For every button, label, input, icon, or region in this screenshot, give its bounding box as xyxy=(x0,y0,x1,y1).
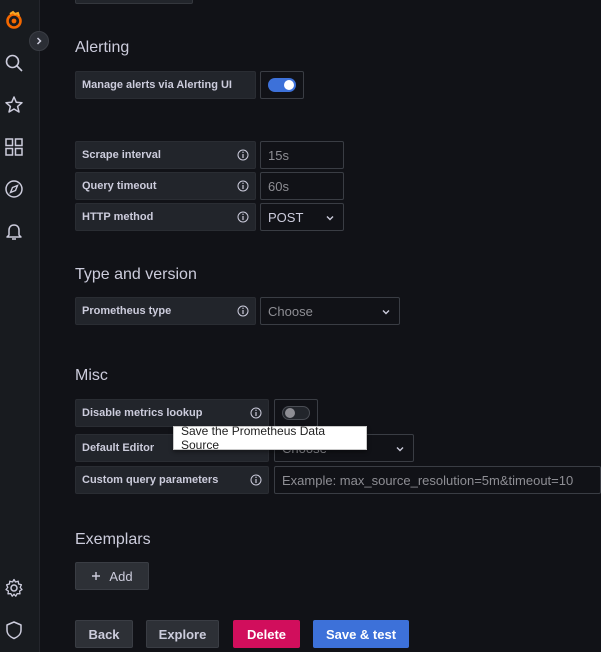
info-icon[interactable] xyxy=(237,180,249,192)
prometheus-type-select[interactable]: Choose xyxy=(260,297,400,325)
toggle-track xyxy=(268,78,296,92)
prometheus-type-label: Prometheus type xyxy=(75,297,256,325)
toggle-knob xyxy=(284,80,294,90)
custom-query-params-label: Custom query parameters xyxy=(75,466,269,494)
explore-icon[interactable] xyxy=(4,179,24,199)
scrape-interval-text: Scrape interval xyxy=(82,149,161,161)
prometheus-type-value: Choose xyxy=(268,303,313,319)
info-icon[interactable] xyxy=(237,149,249,161)
star-icon[interactable] xyxy=(4,95,24,115)
manage-alerts-toggle[interactable] xyxy=(260,71,304,99)
search-icon[interactable] xyxy=(4,53,24,73)
alert-bell-icon[interactable] xyxy=(4,221,24,241)
http-method-value: POST xyxy=(268,209,304,225)
http-method-text: HTTP method xyxy=(82,211,154,223)
chevron-down-icon xyxy=(396,447,404,452)
alerting-heading: Alerting xyxy=(75,39,130,56)
chevron-down-icon xyxy=(326,216,334,221)
query-timeout-label: Query timeout xyxy=(75,172,256,200)
prometheus-type-text: Prometheus type xyxy=(82,305,172,317)
add-exemplar-button[interactable]: Add xyxy=(75,562,149,590)
sidebar xyxy=(0,0,49,652)
manage-alerts-label: Manage alerts via Alerting UI xyxy=(75,71,256,99)
http-method-label: HTTP method xyxy=(75,203,256,231)
chevron-down-icon xyxy=(382,310,390,315)
query-timeout-text: Query timeout xyxy=(82,180,157,192)
gear-icon[interactable] xyxy=(4,578,24,598)
info-icon[interactable] xyxy=(250,474,262,486)
dashboards-icon[interactable] xyxy=(4,137,24,157)
disable-metrics-lookup-text: Disable metrics lookup xyxy=(82,407,203,419)
plus-icon xyxy=(92,572,101,580)
scrape-interval-label: Scrape interval xyxy=(75,141,256,169)
save-tooltip: Save the Prometheus Data Source xyxy=(173,424,367,452)
default-editor-text: Default Editor xyxy=(82,442,155,454)
custom-query-params-text: Custom query parameters xyxy=(82,474,219,486)
exemplars-heading: Exemplars xyxy=(75,531,151,548)
grafana-logo-icon[interactable] xyxy=(4,10,24,30)
shield-icon[interactable] xyxy=(4,620,24,640)
back-button[interactable]: Back xyxy=(75,620,133,648)
datasource-settings: Alerting Manage alerts via Alerting UI S… xyxy=(40,0,601,652)
misc-heading: Misc xyxy=(75,367,108,384)
query-timeout-input[interactable]: 60s xyxy=(260,172,344,200)
info-icon[interactable] xyxy=(237,211,249,223)
info-icon[interactable] xyxy=(250,407,262,419)
scrape-interval-input[interactable]: 15s xyxy=(260,141,344,169)
disable-metrics-lookup-toggle[interactable] xyxy=(274,399,318,427)
add-exemplar-label: Add xyxy=(109,568,133,584)
save-test-button[interactable]: Save & test xyxy=(313,620,409,648)
info-icon[interactable] xyxy=(237,305,249,317)
toggle-track xyxy=(282,406,310,420)
custom-query-params-input[interactable]: Example: max_source_resolution=5m&timeou… xyxy=(274,466,601,494)
http-method-select[interactable]: POST xyxy=(260,203,344,231)
delete-button[interactable]: Delete xyxy=(233,620,300,648)
type-version-heading: Type and version xyxy=(75,266,197,283)
explore-button[interactable]: Explore xyxy=(146,620,219,648)
toggle-knob xyxy=(285,408,295,418)
previous-field-edge xyxy=(75,0,193,4)
disable-metrics-lookup-label: Disable metrics lookup xyxy=(75,399,269,427)
